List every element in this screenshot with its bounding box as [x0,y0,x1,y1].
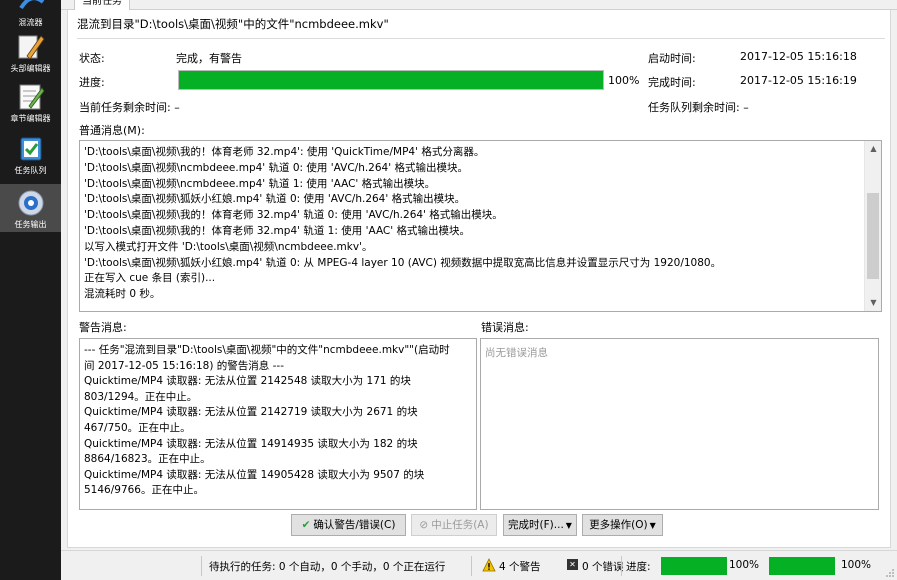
warning-icon [482,558,496,572]
sidebar-item-job-output[interactable]: 任务输出 [0,184,61,232]
message-line: 'D:\tools\桌面\视频\我的！体育老师 32.mp4' 轨道 1: 使用… [84,224,470,237]
message-line: 以写入模式打开文件 'D:\tools\桌面\视频\ncmbdeee.mkv'。 [84,240,373,253]
status-progress-label: 进度: [626,561,651,573]
progress-label: 进度: [79,76,105,89]
warning-line: Quicktime/MP4 读取器: 无法从位置 14905428 读取大小为 … [84,468,425,497]
status-separator [471,556,472,576]
sidebar-item-label: 任务输出 [14,220,47,229]
status-progress-value-current: 100% [729,559,760,571]
scroll-down-arrow-icon[interactable]: ▼ [865,295,881,311]
abort-job-button[interactable]: ⊘ 中止任务(A) [411,514,497,536]
job-title: 混流到目录"D:\tools\桌面\视频"中的文件"ncmbdeee.mkv" [77,17,389,31]
chevron-down-icon: ▼ [649,521,656,530]
message-line: 'D:\tools\桌面\视频\狐妖小红娘.mp4' 轨道 0: 从 MPEG-… [84,256,722,269]
message-line: 混流耗时 0 秒。 [84,288,161,301]
job-progress-bar [178,70,604,90]
job-output-content: 混流到目录"D:\tools\桌面\视频"中的文件"ncmbdeee.mkv" … [67,10,891,548]
sidebar: 混流器 头部编辑器 章节编辑器 任务队列 任务输出 [0,0,61,580]
when-done-button[interactable]: 完成时(F)... ▼ [503,514,577,536]
job-queue-icon [20,137,41,161]
queue-remaining-time: 任务队列剩余时间: – [648,101,749,114]
message-line: 'D:\tools\桌面\视频\ncmbdeee.mp4' 轨道 1: 使用 '… [84,177,436,190]
finish-time-value: 2017-12-05 15:16:19 [740,74,857,87]
errors-label: 错误消息: [481,321,529,334]
start-time-label: 启动时间: [648,52,696,65]
sidebar-item-label: 混流器 [18,18,43,27]
warning-line: Quicktime/MP4 读取器: 无法从位置 14914935 读取大小为 … [84,437,418,466]
warning-line: --- 任务"混流到目录"D:\tools\桌面\视频"中的文件"ncmbdee… [84,344,450,372]
header-editor-icon [18,35,45,60]
sidebar-item-mixer[interactable]: 混流器 [0,0,61,27]
status-label: 状态: [79,52,105,65]
status-progress-bar-current [661,557,727,575]
chevron-down-icon: ▼ [565,521,572,530]
warnings-count[interactable]: 4 个警告 [499,559,541,574]
status-progress-bar-total [769,557,835,575]
message-line: 正在写入 cue 条目 (索引)... [84,272,216,285]
scroll-up-arrow-icon[interactable]: ▲ [865,141,881,157]
current-remaining-time: 当前任务剩余时间: – [79,101,180,114]
progress-value: 100% [608,74,640,87]
error-icon: ✕ [567,559,578,570]
title-separator [77,38,885,39]
message-line: 'D:\tools\桌面\视频\我的！体育老师 32.mp4': 使用 'Qui… [84,146,485,158]
pending-jobs-status: 待执行的任务: 0 个自动，0 个手动，0 个正在运行 [209,561,446,573]
errors-placeholder: 尚无错误消息 [485,347,548,359]
scroll-thumb[interactable] [867,193,879,279]
messages-scrollbar[interactable]: ▲ ▼ [864,141,881,311]
warning-line: Quicktime/MP4 读取器: 无法从位置 2142548 读取大小为 1… [84,375,411,403]
finish-time-label: 完成时间: [648,76,696,89]
status-separator [201,556,202,576]
sidebar-item-job-queue[interactable]: 任务队列 [0,134,61,180]
messages-list: 'D:\tools\桌面\视频\我的！体育老师 32.mp4': 使用 'Qui… [84,145,721,303]
sidebar-item-chapter-editor[interactable]: 章节编辑器 [0,82,61,128]
tab-strip: 当前任务 [61,0,897,10]
sidebar-item-label: 头部编辑器 [10,64,51,73]
sidebar-item-label: 章节编辑器 [10,114,51,123]
messages-label: 普通消息(M): [79,124,145,137]
errors-box[interactable]: 尚无错误消息 [480,338,879,510]
more-actions-button[interactable]: 更多操作(O) ▼ [582,514,663,536]
check-icon: ✔ [301,519,311,531]
job-output-icon [18,190,43,216]
tab-current-job[interactable]: 当前任务 [74,0,130,10]
sidebar-item-label: 任务队列 [14,166,47,175]
status-bar: 待执行的任务: 0 个自动，0 个手动，0 个正在运行 4 个警告 ✕ 0 个错… [61,550,897,580]
chapter-editor-icon [19,84,44,110]
main-panel: 当前任务 混流到目录"D:\tools\桌面\视频"中的文件"ncmbdeee.… [61,0,897,580]
message-line: 'D:\tools\桌面\视频\ncmbdeee.mp4' 轨道 0: 使用 '… [84,161,468,174]
messages-box[interactable]: 'D:\tools\桌面\视频\我的！体育老师 32.mp4': 使用 'Qui… [79,140,882,312]
status-separator [621,556,622,576]
acknowledge-button[interactable]: ✔ 确认警告/错误(C) [291,514,406,536]
warnings-label: 警告消息: [79,321,127,334]
start-time-value: 2017-12-05 15:16:18 [740,50,857,63]
sidebar-item-header-editor[interactable]: 头部编辑器 [0,32,61,78]
status-progress-value-total: 100% [841,559,872,571]
status-value: 完成，有警告 [176,52,242,65]
warnings-list: --- 任务"混流到目录"D:\tools\桌面\视频"中的文件"ncmbdee… [84,343,456,499]
warning-line: Quicktime/MP4 读取器: 无法从位置 2142719 读取大小为 2… [84,406,418,434]
stop-icon: ⊘ [419,519,429,531]
message-line: 'D:\tools\桌面\视频\狐妖小红娘.mp4' 轨道 0: 使用 'AVC… [84,193,466,206]
mixer-icon [18,0,44,10]
job-progress-fill [179,71,603,89]
resize-grip-icon[interactable] [885,568,895,578]
message-line: 'D:\tools\桌面\视频\我的！体育老师 32.mp4' 轨道 0: 使用… [84,209,503,222]
warnings-box[interactable]: --- 任务"混流到目录"D:\tools\桌面\视频"中的文件"ncmbdee… [79,338,477,510]
errors-count[interactable]: 0 个错误 [582,559,624,574]
